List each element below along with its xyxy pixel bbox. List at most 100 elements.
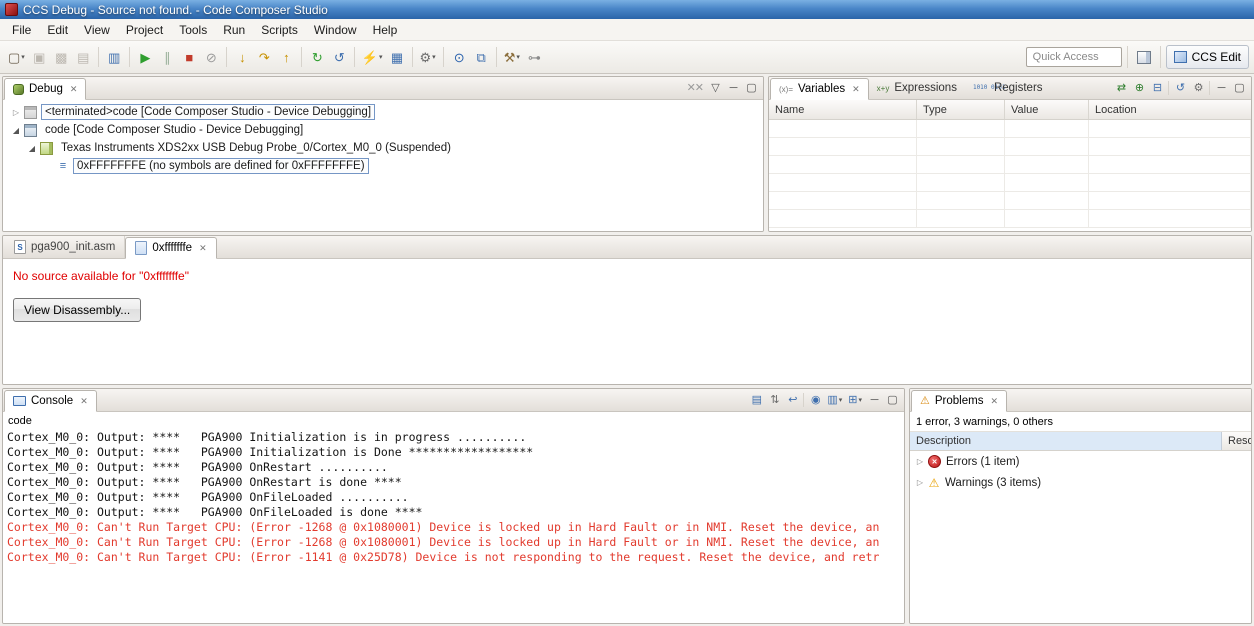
step-over-button[interactable]: ↷ — [253, 46, 275, 69]
memory-button[interactable]: ▦ — [386, 46, 408, 69]
terminate-button[interactable]: ■ — [178, 46, 200, 69]
close-icon[interactable]: ✕ — [70, 84, 78, 95]
variables-empty-row — [769, 120, 1251, 138]
console-line: Cortex_M0_0: Output: **** PGA900 OnResta… — [7, 460, 388, 474]
ccs-edit-perspective-icon — [1173, 51, 1187, 63]
dropdown-arrow-icon: ▾ — [379, 54, 383, 61]
tree-row-terminated-launch[interactable]: ▷ <terminated>code [Code Composer Studio… — [3, 103, 763, 121]
refresh-variables-button[interactable]: ↺ — [1171, 79, 1189, 97]
expander-icon[interactable]: ▷ — [913, 478, 927, 487]
save-all-button[interactable]: ▩ — [50, 46, 72, 69]
expander-icon[interactable]: ◢ — [9, 126, 23, 135]
bottom-row: Console ✕ ▤ ⇅ ↩ ◉ ▥ ▾ ⊞ ▾ ─ ▢ code Cortex_M0_0: O… — [2, 388, 1252, 624]
column-name[interactable]: Name — [769, 100, 917, 119]
problems-group-warnings[interactable]: ▷ ⚠ Warnings (3 items) — [910, 472, 1251, 493]
menu-view[interactable]: View — [76, 20, 118, 40]
close-icon[interactable]: ✕ — [80, 396, 88, 407]
quick-access-input[interactable] — [1025, 47, 1122, 67]
restart-button[interactable]: ↻ — [306, 46, 328, 69]
display-selected-console-button[interactable]: ▥ ▾ — [824, 391, 845, 409]
problems-group-errors[interactable]: ▷ ✕ Errors (1 item) — [910, 451, 1251, 472]
expander-icon[interactable]: ▷ — [913, 457, 927, 466]
tab-variables[interactable]: (x)= Variables ✕ — [770, 78, 869, 100]
minimize-button[interactable]: ─ — [865, 391, 883, 409]
key-button[interactable]: ⊶ — [523, 46, 545, 69]
step-return-button[interactable]: ↑ — [275, 46, 297, 69]
search-button[interactable]: ⊙ — [448, 46, 470, 69]
debug-icon — [13, 83, 24, 95]
variables-settings-button[interactable]: ⚙ — [1189, 79, 1207, 97]
open-console-button[interactable]: ⊞ ▾ — [845, 391, 865, 409]
column-resource[interactable]: Resour — [1222, 432, 1251, 450]
column-value[interactable]: Value — [1005, 100, 1089, 119]
minimize-icon: ─ — [1217, 81, 1226, 94]
menu-edit[interactable]: Edit — [39, 20, 76, 40]
target-console-button[interactable]: ▥ — [103, 46, 125, 69]
tab-expressions[interactable]: x+y Expressions — [869, 77, 965, 99]
expander-icon[interactable]: ▷ — [9, 108, 23, 117]
scroll-lock-button[interactable]: ⇅ — [765, 391, 783, 409]
open-element-button[interactable]: ⧉ — [470, 46, 492, 69]
add-watch-expression-button[interactable]: ⊕ — [1130, 79, 1148, 97]
view-menu-button[interactable]: ▽ — [706, 79, 724, 97]
menu-project[interactable]: Project — [118, 20, 171, 40]
build-button[interactable]: ⚒ ▾ — [501, 46, 523, 69]
tab-pga900-init-asm[interactable]: S pga900_init.asm — [5, 236, 126, 258]
save-button[interactable]: ▣ — [28, 46, 50, 69]
tree-item-label: Texas Instruments XDS2xx USB Debug Probe… — [61, 142, 451, 154]
maximize-button[interactable]: ▢ — [883, 391, 901, 409]
tab-0xfffffffe[interactable]: 0xfffffffe ✕ — [125, 237, 217, 259]
tab-registers[interactable]: 1010 0101 Registers — [965, 77, 1051, 99]
debug-launch-tree[interactable]: ▷ <terminated>code [Code Composer Studio… — [3, 100, 763, 231]
toolbar-separator — [495, 47, 497, 67]
maximize-button[interactable]: ▢ — [742, 79, 760, 97]
tree-item-label: <terminated>code [Code Composer Studio -… — [40, 104, 376, 120]
maximize-button[interactable]: ▢ — [1230, 79, 1248, 97]
close-icon[interactable]: ✕ — [199, 243, 207, 254]
menu-tools[interactable]: Tools — [171, 20, 215, 40]
new-button[interactable]: ▢ ▾ — [5, 46, 28, 69]
open-perspective-button[interactable] — [1133, 46, 1155, 69]
pin-console-button[interactable]: ◉ — [806, 391, 824, 409]
settings-button[interactable]: ⚙ ▾ — [417, 46, 439, 69]
step-into-button[interactable]: ↓ — [231, 46, 253, 69]
tree-row-debug-probe[interactable]: ◢ Texas Instruments XDS2xx USB Debug Pro… — [3, 139, 763, 157]
print-button[interactable]: ▤ — [72, 46, 94, 69]
word-wrap-button[interactable]: ↩ — [783, 391, 801, 409]
menu-window[interactable]: Window — [306, 20, 365, 40]
launch-icon — [24, 123, 37, 137]
column-location[interactable]: Location — [1089, 100, 1251, 119]
tab-console[interactable]: Console ✕ — [4, 390, 97, 412]
tree-row-launch[interactable]: ◢ code [Code Composer Studio - Device De… — [3, 121, 763, 139]
suspend-button[interactable]: ∥ — [156, 46, 178, 69]
column-type[interactable]: Type — [917, 100, 1005, 119]
close-icon[interactable]: ✕ — [852, 84, 860, 95]
minimize-button[interactable]: ─ — [1212, 79, 1230, 97]
refresh-button[interactable]: ↺ — [328, 46, 350, 69]
column-description[interactable]: Description — [910, 432, 1222, 450]
tab-debug[interactable]: Debug ✕ — [4, 78, 87, 100]
close-icon[interactable]: ✕ — [990, 396, 998, 407]
minimize-button[interactable]: ─ — [724, 79, 742, 97]
problems-group-label: Warnings (3 items) — [945, 476, 1042, 489]
clear-console-button[interactable]: ▤ — [747, 391, 765, 409]
show-type-names-button[interactable]: ⇄ — [1112, 79, 1130, 97]
expander-icon[interactable]: ◢ — [25, 144, 39, 153]
collapse-all-button[interactable]: ⊟ — [1148, 79, 1166, 97]
tab-problems[interactable]: ⚠ Problems ✕ — [911, 390, 1007, 412]
console-output[interactable]: Cortex_M0_0: Output: **** PGA900 Initial… — [3, 429, 904, 623]
view-disassembly-button[interactable]: View Disassembly... — [13, 298, 142, 322]
disconnect-button[interactable]: ⊘ — [200, 46, 222, 69]
tab-debug-label: Debug — [29, 83, 63, 95]
remove-all-terminated-button[interactable]: ✕✕ — [684, 79, 706, 97]
dropdown-arrow-icon: ▾ — [858, 397, 862, 404]
menu-scripts[interactable]: Scripts — [253, 20, 306, 40]
tree-row-stack-frame[interactable]: ≡ 0xFFFFFFFE (no symbols are defined for… — [3, 157, 763, 175]
resume-button[interactable]: ▶ — [134, 46, 156, 69]
menu-run[interactable]: Run — [215, 20, 253, 40]
ccs-edit-perspective-button[interactable]: CCS Edit — [1165, 45, 1249, 69]
flash-button[interactable]: ⚡ ▾ — [359, 46, 386, 69]
menu-file[interactable]: File — [4, 20, 39, 40]
menu-help[interactable]: Help — [365, 20, 406, 40]
tab-expressions-label: Expressions — [894, 82, 957, 94]
